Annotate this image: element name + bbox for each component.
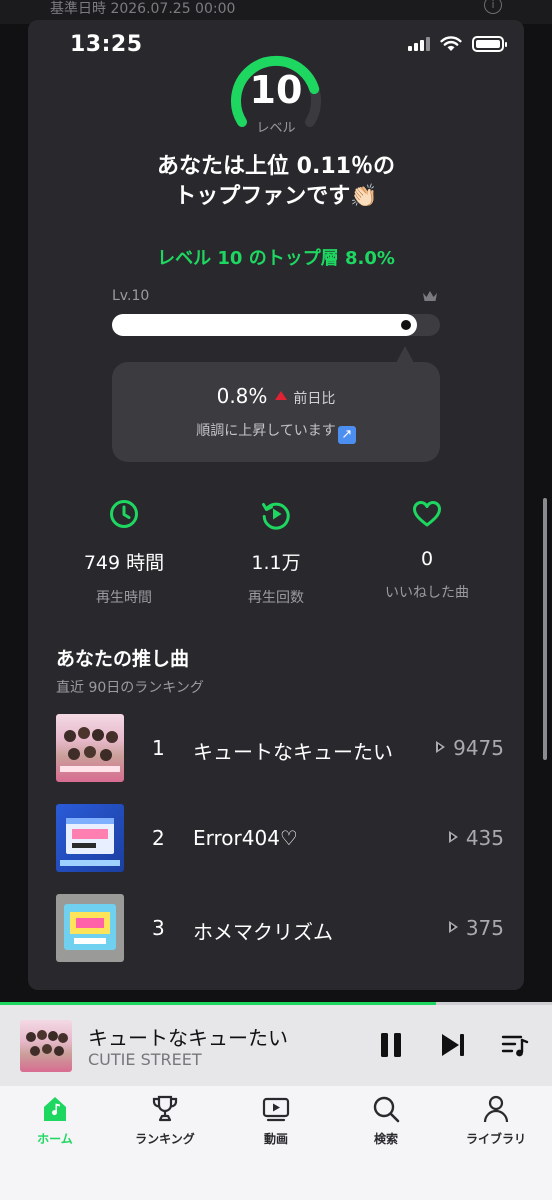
- stat-value: 0: [420, 548, 434, 570]
- stat-label: いいねした曲: [385, 585, 469, 601]
- battery-icon: [472, 36, 507, 52]
- nav-video[interactable]: 動画: [221, 1094, 331, 1147]
- daily-change-value: 0.8%: [216, 384, 268, 408]
- nav-label: 動画: [263, 1132, 288, 1146]
- info-icon[interactable]: i: [484, 0, 502, 14]
- stat-label: 再生時間: [96, 590, 152, 606]
- nav-library[interactable]: ライブラリ: [441, 1094, 551, 1147]
- track-title: キュートなキューたい: [193, 740, 393, 764]
- wifi-icon: [440, 36, 462, 51]
- nav-ranking[interactable]: ランキング: [110, 1094, 220, 1147]
- level-progress-fill: [112, 314, 417, 336]
- home-icon: [44, 1097, 66, 1121]
- pause-button[interactable]: [376, 1030, 406, 1060]
- stat-liked-songs: 0 いいねした曲: [347, 498, 507, 602]
- play-count-icon: [436, 741, 446, 753]
- track-row[interactable]: 3 ホメマクリズム 375: [56, 894, 504, 962]
- nav-search[interactable]: 検索: [331, 1094, 441, 1147]
- headline-line1: あなたは上位 0.11％の: [157, 154, 395, 179]
- bubble-pointer: [396, 346, 414, 363]
- next-track-button[interactable]: [438, 1030, 468, 1060]
- base-date: 基準日時 2026.07.25 00:00: [50, 1, 236, 17]
- track-plays: 375: [448, 916, 504, 940]
- level-value: 10: [249, 68, 303, 112]
- now-playing-art: [20, 1020, 72, 1072]
- scrollbar[interactable]: [543, 498, 547, 760]
- trophy-icon: [152, 1095, 178, 1122]
- track-play-count: 435: [465, 826, 504, 850]
- favorites-subtitle: 直近 90日のランキング: [56, 680, 204, 696]
- mini-player[interactable]: キュートなキューたい CUTIE STREET: [0, 1002, 552, 1086]
- stat-play-time: 749 時間 再生時間: [44, 498, 204, 607]
- track-plays: 435: [448, 826, 504, 850]
- track-row[interactable]: 2 Error404♡ 435: [56, 804, 504, 872]
- album-art: [56, 894, 124, 962]
- nav-label: ランキング: [135, 1132, 195, 1146]
- person-icon: [483, 1095, 509, 1123]
- album-art: [56, 804, 124, 872]
- track-rank: 1: [152, 736, 165, 760]
- track-title: ホメマクリズム: [193, 920, 333, 944]
- daily-change-compare-label: 前日比: [293, 391, 336, 407]
- level-progress-marker: [401, 320, 411, 330]
- tier-text: レベル 10 のトップ層 8.0%: [157, 248, 395, 269]
- headline-line2: トップファンです👏🏻: [174, 184, 378, 209]
- level-progress-bar: [112, 314, 440, 336]
- stat-label: 再生回数: [248, 590, 304, 606]
- heart-icon: [413, 501, 441, 527]
- playback-progress[interactable]: [0, 1002, 436, 1005]
- now-playing-title: キュートなキューたい: [88, 1026, 288, 1050]
- track-title: Error404♡: [193, 826, 298, 850]
- nav-home[interactable]: ホーム: [0, 1094, 110, 1147]
- cellular-signal-icon: [408, 37, 430, 51]
- daily-change-bubble: 0.8% 前日比 順調に上昇しています ↗: [112, 362, 440, 462]
- clock-icon: [110, 500, 138, 528]
- favorites-title: あなたの推し曲: [56, 648, 190, 670]
- now-playing-artist: CUTIE STREET: [88, 1050, 202, 1069]
- daily-change-message: 順調に上昇しています: [196, 423, 336, 439]
- nav-label: ライブラリ: [465, 1132, 526, 1146]
- track-rank: 3: [152, 916, 165, 940]
- arrow-up-right-icon: ↗: [337, 426, 356, 444]
- stat-value: 749 時間: [83, 552, 165, 574]
- play-count-icon: [448, 921, 458, 933]
- status-icons: [408, 36, 507, 52]
- track-row[interactable]: 1 キュートなキューたい 9475: [56, 714, 504, 782]
- track-rank: 2: [152, 826, 165, 850]
- stat-play-count: 1.1万 再生回数: [196, 498, 356, 607]
- level-label: レベル: [256, 121, 296, 136]
- level-progress-label: Lv.10: [112, 288, 150, 304]
- level-gauge: 10 レベル: [226, 46, 326, 136]
- crown-icon: [423, 291, 437, 301]
- stat-value: 1.1万: [251, 552, 301, 574]
- album-art: [56, 714, 124, 782]
- replay-icon: [262, 502, 290, 530]
- bottom-nav: ホーム ランキング 動画 検索 ライブラリ: [0, 1086, 552, 1200]
- trend-up-icon: [275, 391, 288, 400]
- nav-label: 検索: [373, 1132, 398, 1146]
- status-time: 13:25: [70, 32, 143, 57]
- track-plays: 9475: [436, 736, 504, 760]
- nav-label: ホーム: [37, 1132, 73, 1146]
- video-icon: [262, 1097, 290, 1122]
- search-icon: [373, 1096, 400, 1123]
- track-play-count: 9475: [453, 736, 504, 760]
- queue-button[interactable]: [500, 1030, 530, 1060]
- track-play-count: 375: [465, 916, 504, 940]
- play-count-icon: [448, 831, 458, 843]
